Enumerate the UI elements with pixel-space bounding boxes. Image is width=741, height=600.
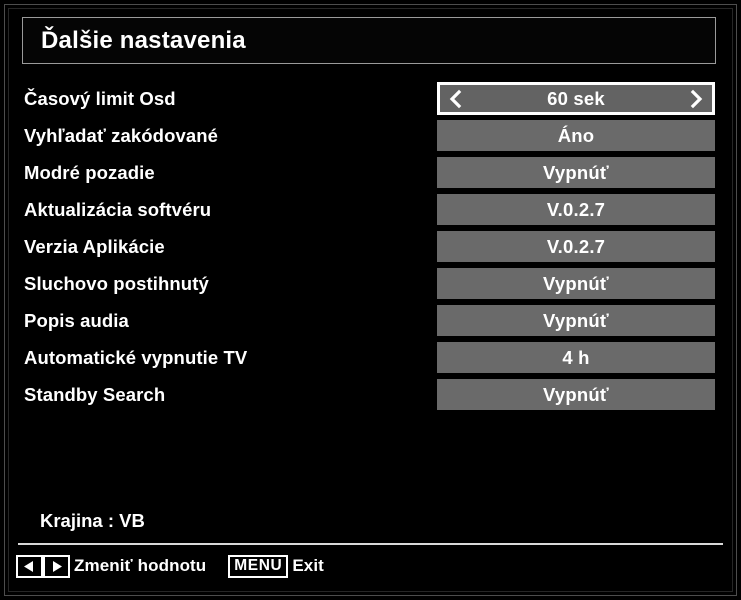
tv-osd-screen: Ďalšie nastavenia Časový limit Osd 60 sek… xyxy=(0,0,741,600)
settings-row-value: Vypnúť xyxy=(543,383,609,405)
country-status: Krajina : VB xyxy=(40,510,145,531)
settings-row-value: Vypnúť xyxy=(543,309,609,331)
settings-row-value: V.0.2.7 xyxy=(546,198,606,220)
settings-row-value-box[interactable]: Áno xyxy=(437,120,715,151)
settings-row-label: Aktualizácia softvéru xyxy=(24,198,212,220)
settings-row-label: Popis audia xyxy=(24,309,129,331)
settings-row-value: Vypnúť xyxy=(543,272,609,294)
settings-row-value: 60 sek xyxy=(547,87,605,109)
settings-row-value-box[interactable]: V.0.2.7 xyxy=(437,231,715,262)
settings-row[interactable]: Verzia Aplikácie V.0.2.7 xyxy=(0,228,741,265)
settings-row-value-box[interactable]: 60 sek xyxy=(437,82,715,115)
settings-row[interactable]: Modré pozadie Vypnúť xyxy=(0,154,741,191)
settings-row-value-box[interactable]: 4 h xyxy=(437,342,715,373)
exit-hint-label: Exit xyxy=(292,556,324,575)
menu-key-label: MENU xyxy=(234,557,283,575)
hint-exit: MENU Exit xyxy=(228,554,324,578)
settings-row-label: Vyhľadať zakódované xyxy=(24,124,219,146)
left-arrow-key[interactable] xyxy=(16,554,43,578)
settings-row[interactable]: Sluchovo postihnutý Vypnúť xyxy=(0,265,741,302)
settings-row[interactable]: Vyhľadať zakódované Áno xyxy=(0,117,741,154)
settings-row-value-box[interactable]: Vypnúť xyxy=(437,157,715,188)
chevron-left-icon[interactable] xyxy=(448,89,464,109)
settings-row-value-box[interactable]: Vypnúť xyxy=(437,305,715,336)
right-arrow-key[interactable] xyxy=(43,554,70,578)
menu-key[interactable]: MENU xyxy=(228,554,289,578)
settings-row-value-box[interactable]: V.0.2.7 xyxy=(437,194,715,225)
settings-row-value: V.0.2.7 xyxy=(546,235,606,257)
page-title: Ďalšie nastavenia xyxy=(41,26,246,54)
footer-hints: Zmeniť hodnotu MENU Exit xyxy=(16,553,324,579)
settings-row-label: Standby Search xyxy=(24,383,166,405)
settings-row-label: Modré pozadie xyxy=(24,161,155,183)
settings-row-value: 4 h xyxy=(562,346,590,368)
footer-divider xyxy=(18,543,723,545)
left-triangle-icon xyxy=(23,560,36,573)
chevron-right-icon[interactable] xyxy=(688,89,704,109)
settings-row-value-box[interactable]: Vypnúť xyxy=(437,268,715,299)
settings-row-label: Verzia Aplikácie xyxy=(24,235,165,257)
settings-row[interactable]: Popis audia Vypnúť xyxy=(0,302,741,339)
change-value-hint-label: Zmeniť hodnotu xyxy=(74,556,207,575)
settings-row-value-box[interactable]: Vypnúť xyxy=(437,379,715,410)
settings-list: Časový limit Osd 60 sek Vyhľadať zakódovan… xyxy=(0,80,741,413)
settings-row[interactable]: Automatické vypnutie TV 4 h xyxy=(0,339,741,376)
settings-row[interactable]: Aktualizácia softvéru V.0.2.7 xyxy=(0,191,741,228)
settings-row-label: Časový limit Osd xyxy=(24,87,176,109)
right-triangle-icon xyxy=(50,560,63,573)
menu-title-box: Ďalšie nastavenia xyxy=(22,17,716,64)
settings-row-label: Automatické vypnutie TV xyxy=(24,346,248,368)
settings-row[interactable]: Standby Search Vypnúť xyxy=(0,376,741,413)
settings-row-value: Vypnúť xyxy=(543,161,609,183)
settings-row[interactable]: Časový limit Osd 60 sek xyxy=(0,80,741,117)
hint-change-value: Zmeniť hodnotu xyxy=(16,554,207,578)
settings-row-value: Áno xyxy=(557,124,595,146)
settings-row-label: Sluchovo postihnutý xyxy=(24,272,209,294)
